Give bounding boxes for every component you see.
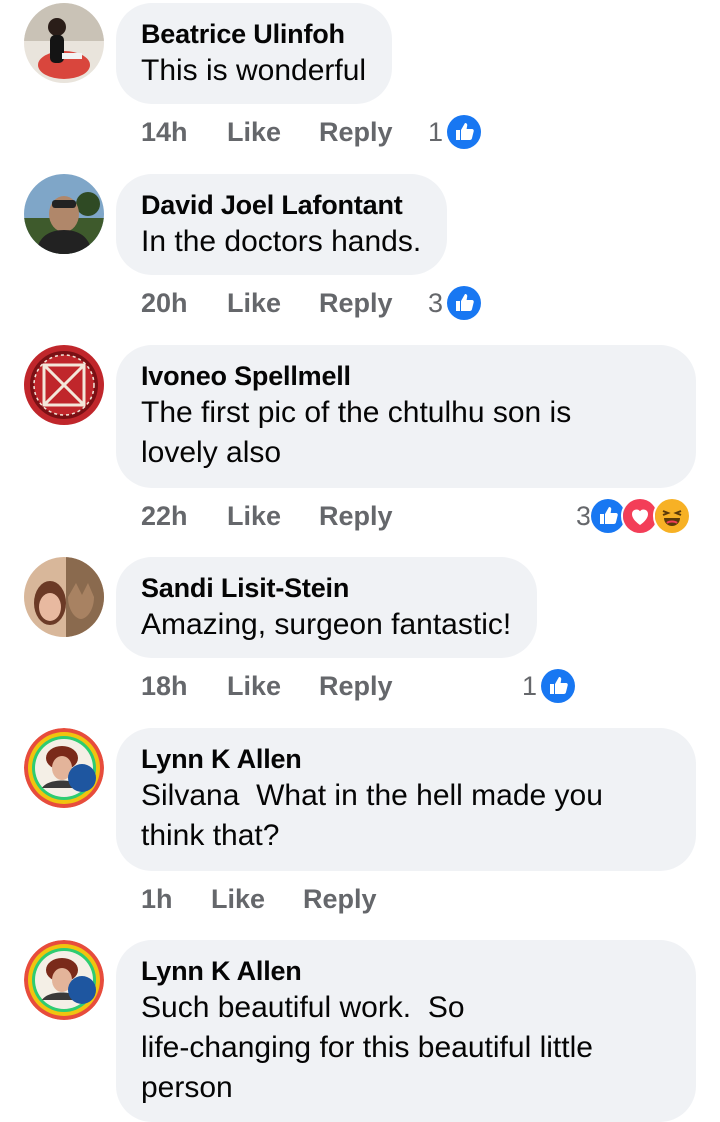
comment-actions: 20h Like Reply — [141, 283, 393, 323]
comment-timestamp[interactable]: 18h — [141, 671, 227, 702]
reaction-count: 3 — [428, 287, 444, 318]
reply-button[interactable]: Reply — [319, 501, 393, 532]
reply-button[interactable]: Reply — [319, 288, 393, 319]
reaction-summary[interactable]: 3 — [576, 496, 692, 536]
comment-timestamp[interactable]: 20h — [141, 288, 227, 319]
comment-text: In the doctors hands. — [141, 225, 422, 258]
reaction-count: 1 — [522, 670, 538, 701]
avatar[interactable] — [24, 557, 104, 637]
reaction-summary[interactable]: 1 — [428, 112, 482, 152]
avatar[interactable] — [24, 3, 104, 83]
comment-text: Silvana What in the hell made you think … — [141, 779, 603, 852]
like-button[interactable]: Like — [227, 501, 319, 532]
like-button[interactable]: Like — [227, 288, 319, 319]
like-icon — [541, 669, 576, 703]
comment-text: The first pic of the chtulhu son is love… — [141, 396, 572, 469]
comment-text: Amazing, surgeon fantastic! — [141, 608, 512, 641]
like-button[interactable]: Like — [211, 884, 303, 915]
like-button[interactable]: Like — [227, 671, 319, 702]
comment-author[interactable]: Ivoneo Spellmell — [141, 359, 670, 393]
comment-actions: 14h Like Reply — [141, 112, 393, 152]
comment-bubble: David Joel Lafontant In the doctors hand… — [116, 174, 448, 275]
comment-actions: 22h Like Reply — [141, 496, 393, 536]
comment-text: This is wonderful — [141, 54, 367, 87]
reply-button[interactable]: Reply — [303, 884, 377, 915]
comment-timestamp[interactable]: 14h — [141, 117, 227, 148]
comment-author[interactable]: Lynn K Allen — [141, 954, 670, 988]
reaction-summary[interactable]: 1 — [522, 666, 576, 706]
comment-bubble: Sandi Lisit-Stein Amazing, surgeon fanta… — [116, 557, 538, 658]
comment-bubble: Ivoneo Spellmell The first pic of the ch… — [116, 345, 696, 488]
reaction-count: 1 — [428, 116, 444, 147]
haha-icon — [653, 497, 692, 535]
like-icon — [447, 286, 482, 320]
avatar[interactable] — [24, 345, 104, 425]
comment-bubble: Lynn K Allen Such beautiful work. So lif… — [116, 940, 696, 1122]
comment-bubble: Lynn K Allen Silvana What in the hell ma… — [116, 728, 696, 871]
avatar[interactable] — [24, 940, 104, 1020]
reaction-summary[interactable]: 3 — [428, 283, 482, 323]
avatar[interactable] — [24, 174, 104, 254]
reply-button[interactable]: Reply — [319, 117, 393, 148]
comment-bubble: Beatrice Ulinfoh This is wonderful — [116, 3, 393, 104]
avatar[interactable] — [24, 728, 104, 808]
like-button[interactable]: Like — [227, 117, 319, 148]
comment-author[interactable]: Lynn K Allen — [141, 742, 670, 776]
reply-button[interactable]: Reply — [319, 671, 393, 702]
comment-timestamp[interactable]: 22h — [141, 501, 227, 532]
like-icon — [447, 115, 482, 149]
comment-author[interactable]: Sandi Lisit-Stein — [141, 571, 511, 605]
comment-author[interactable]: David Joel Lafontant — [141, 188, 421, 222]
comment-text: Such beautiful work. So life-changing fo… — [141, 991, 593, 1104]
comment-author[interactable]: Beatrice Ulinfoh — [141, 17, 366, 51]
comment-actions: 18h Like Reply — [141, 666, 393, 706]
comment-actions: 1h Like Reply — [141, 879, 377, 919]
comment-timestamp[interactable]: 1h — [141, 884, 211, 915]
